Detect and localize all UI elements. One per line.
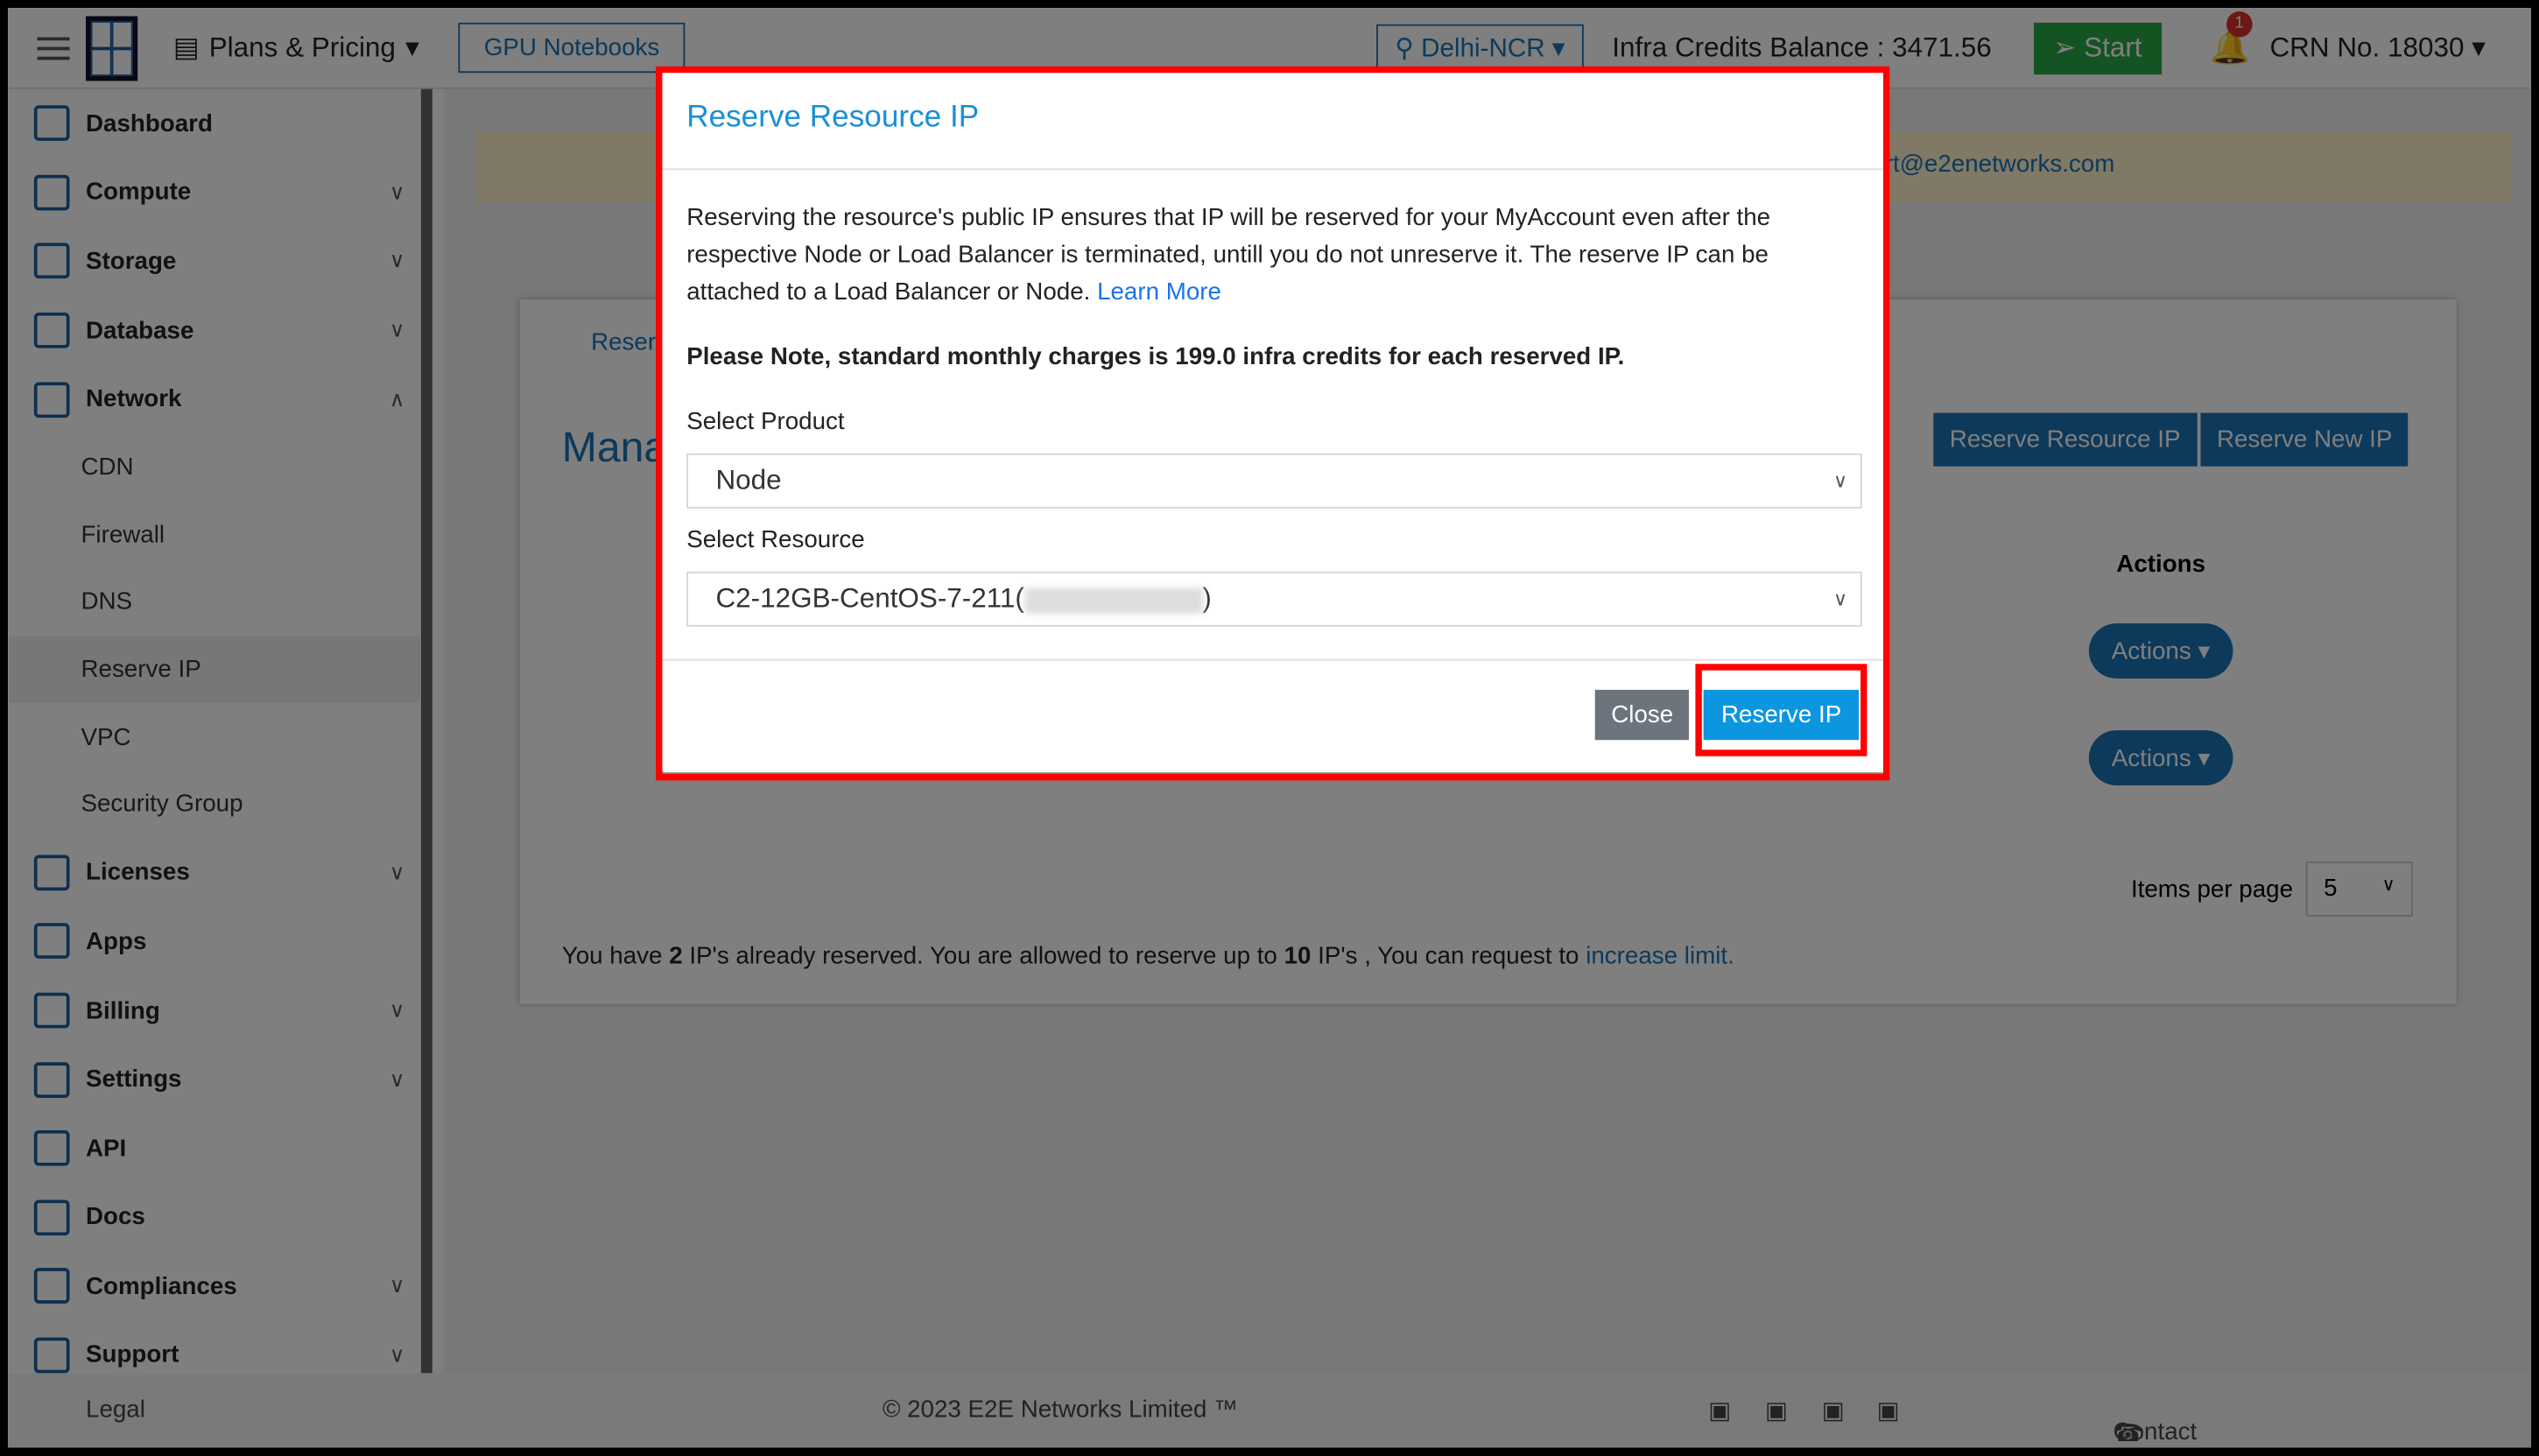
- app: ▤Plans & Pricing▾ GPU Notebooks ⚲ Delhi-…: [8, 8, 2531, 1448]
- highlight-box-reserve-button: [1695, 664, 1867, 756]
